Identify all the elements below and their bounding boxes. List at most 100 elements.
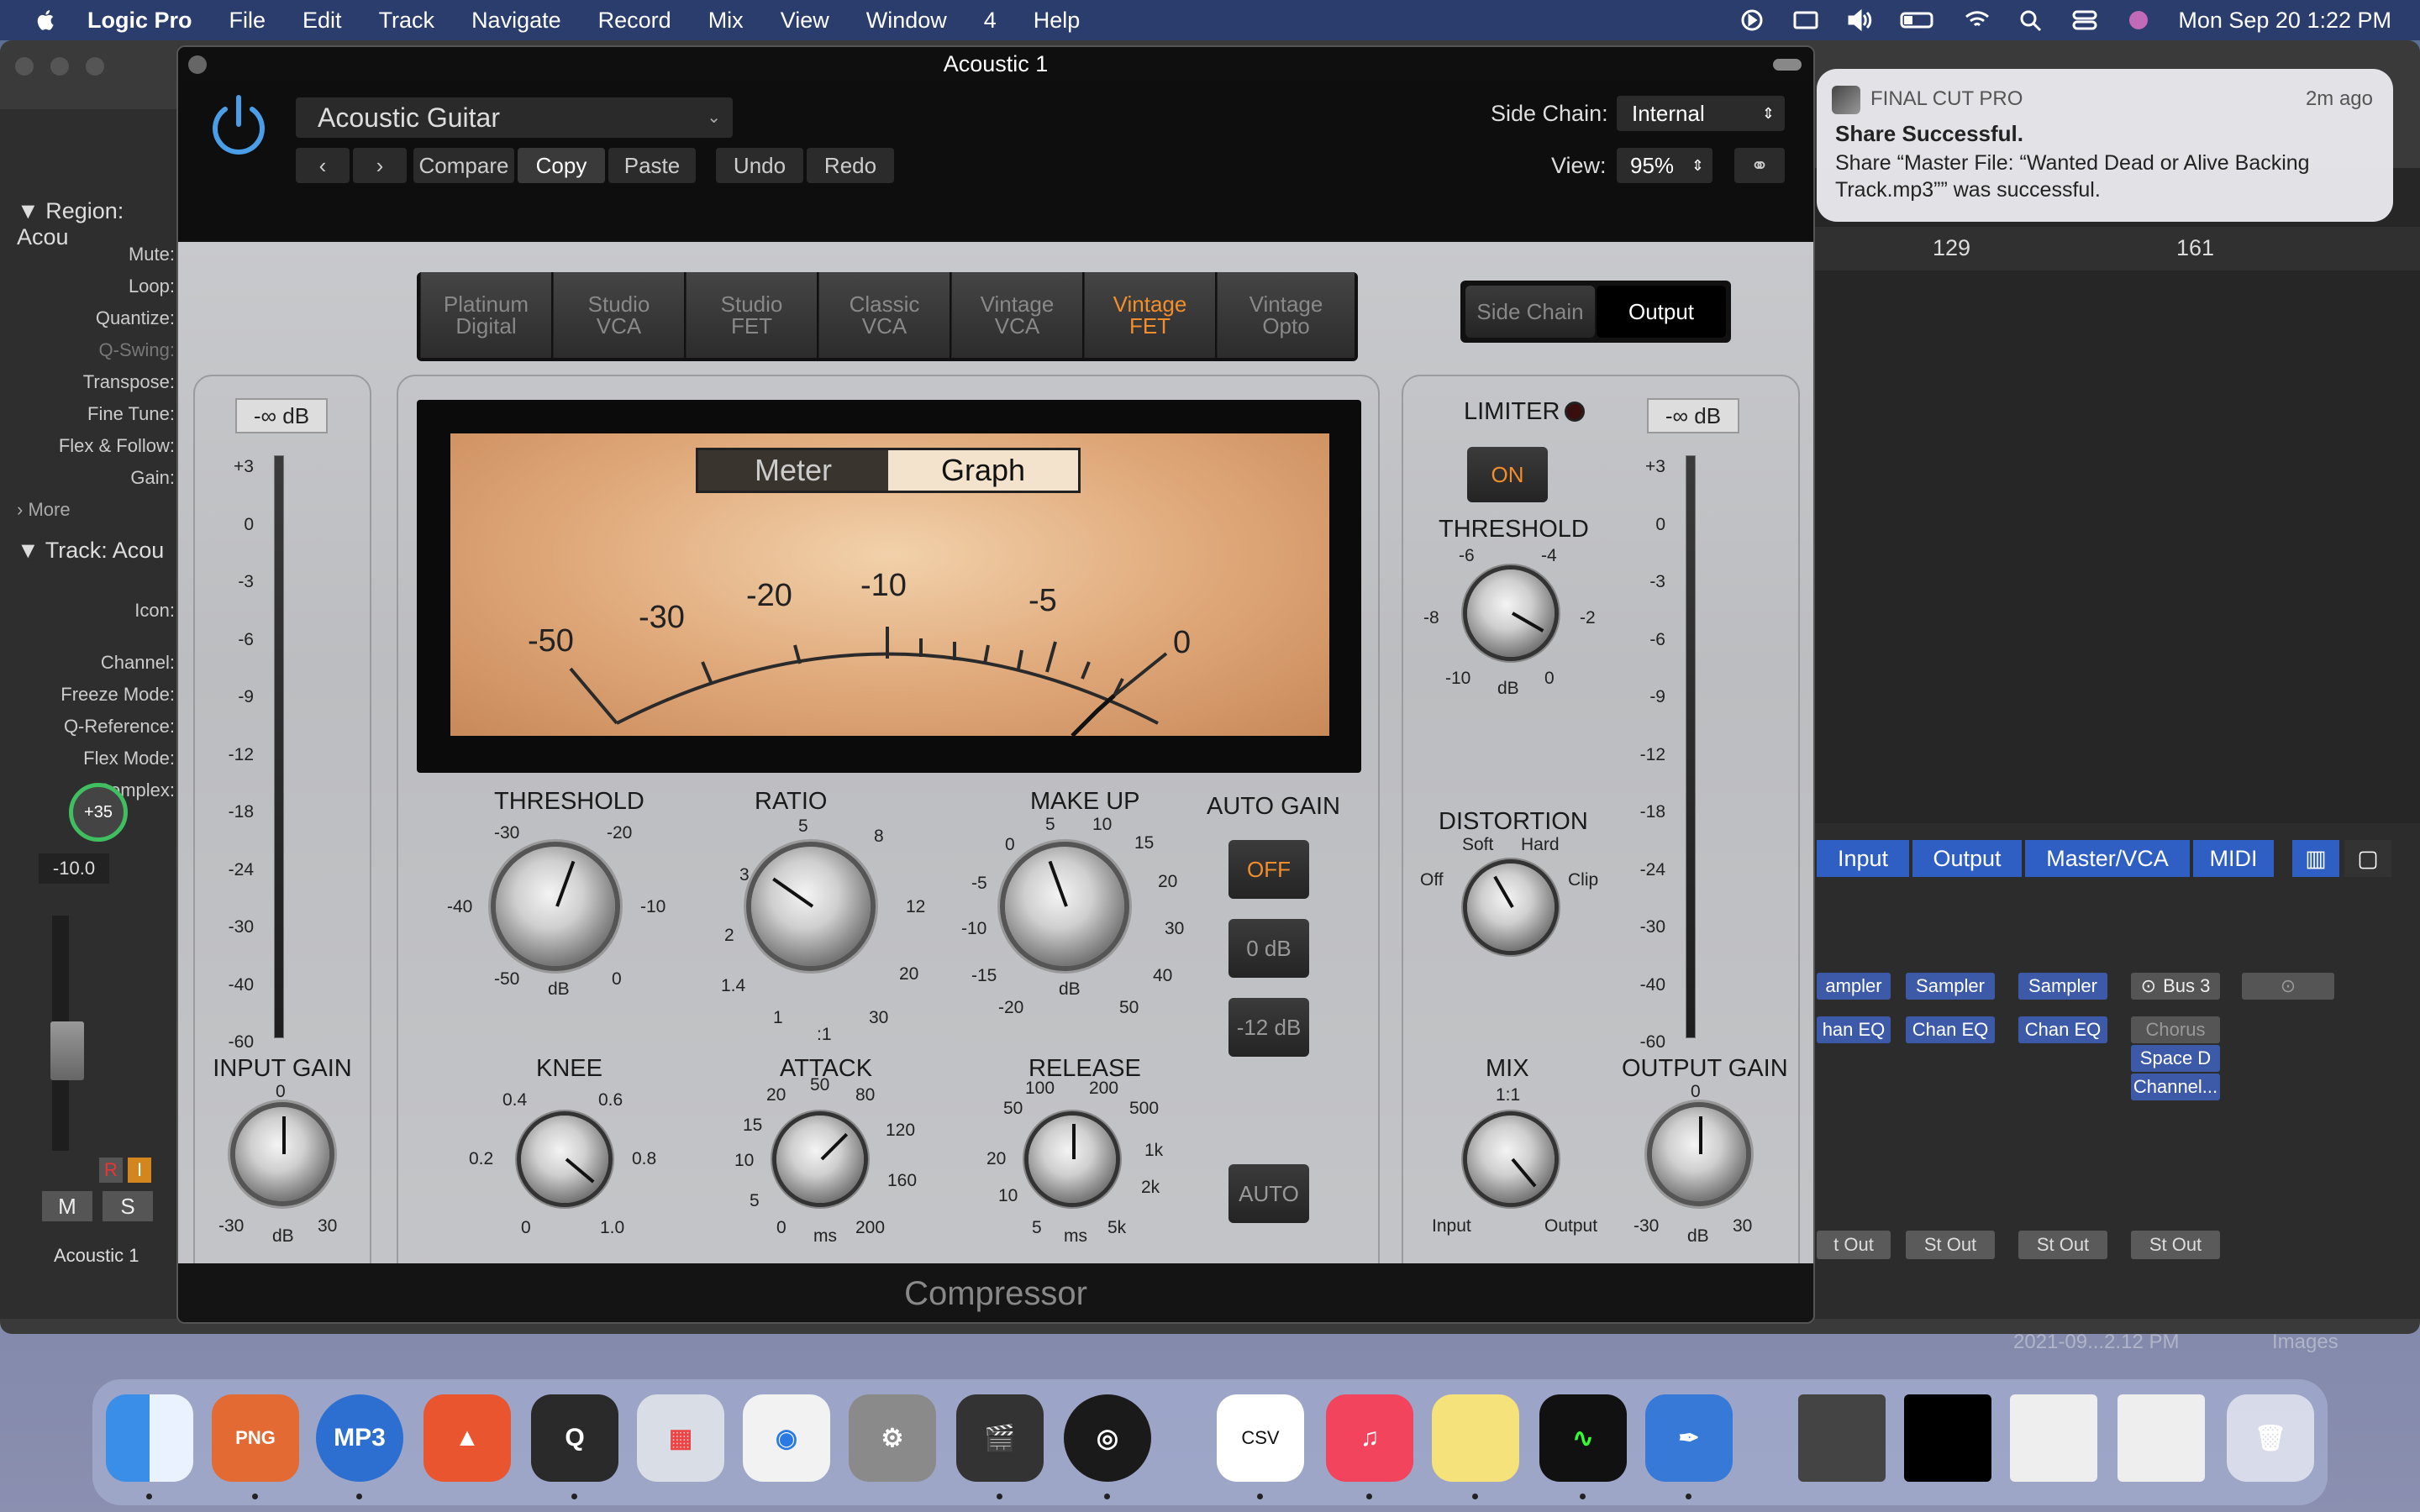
mixer-slot[interactable]: han EQ xyxy=(1817,1016,1891,1043)
search-icon[interactable] xyxy=(2017,8,2045,32)
plugin-titlebar[interactable]: Acoustic 1 xyxy=(178,47,1813,81)
copy-button[interactable]: Copy xyxy=(518,148,605,183)
apple-icon[interactable] xyxy=(34,8,59,33)
minimize-dot[interactable] xyxy=(50,57,69,76)
model-vintage-fet[interactable]: Vintage FET xyxy=(1084,272,1215,358)
menu-edit[interactable]: Edit xyxy=(302,8,342,34)
limiter-threshold-knob[interactable] xyxy=(1467,570,1555,657)
activity-monitor-icon[interactable]: ∿ xyxy=(1539,1394,1627,1482)
more-disclosure[interactable]: › More xyxy=(17,499,71,521)
mixer-single-icon[interactable]: ▢ xyxy=(2344,840,2391,877)
play-status-icon[interactable] xyxy=(1738,8,1766,32)
previous-preset-button[interactable]: ‹ xyxy=(296,148,350,183)
zoom-dot[interactable] xyxy=(86,57,104,76)
compare-button[interactable]: Compare xyxy=(413,148,514,183)
collapse-button[interactable] xyxy=(1773,59,1802,71)
pen-tool-app-icon[interactable]: ✒ xyxy=(1645,1394,1733,1482)
mixer-slot[interactable]: ampler xyxy=(1817,973,1891,1000)
track-header[interactable]: ▼ Track: Acou xyxy=(17,538,164,564)
menu-help[interactable]: Help xyxy=(1034,8,1081,34)
csv-editor-icon[interactable]: CSV xyxy=(1217,1394,1304,1482)
control-center-icon[interactable] xyxy=(2070,8,2099,32)
keyboard-icon[interactable] xyxy=(1791,8,1820,32)
model-studio-vca[interactable]: Studio VCA xyxy=(553,272,684,358)
record-button[interactable]: R xyxy=(99,1158,123,1183)
attack-knob[interactable] xyxy=(776,1116,864,1203)
power-icon[interactable] xyxy=(205,91,272,158)
region-header[interactable]: ▼ Region: Acou xyxy=(17,198,178,250)
redo-button[interactable]: Redo xyxy=(807,148,894,183)
mixer-layout-icon[interactable]: ▥ xyxy=(2292,840,2339,877)
paste-button[interactable]: Paste xyxy=(608,148,696,183)
model-vintage-opto[interactable]: Vintage Opto xyxy=(1217,272,1355,358)
mixer-slot[interactable]: Chorus xyxy=(2131,1016,2220,1043)
ruler[interactable]: 129 161 xyxy=(1815,227,2420,270)
menu-4[interactable]: 4 xyxy=(984,8,997,34)
threshold-knob[interactable] xyxy=(496,847,615,966)
distortion-knob[interactable] xyxy=(1467,864,1555,951)
model-platinum-digital[interactable]: Platinum Digital xyxy=(420,272,551,358)
output-slot[interactable]: St Out xyxy=(1906,1231,1995,1259)
auto-gain-minus12-button[interactable]: -12 dB xyxy=(1228,998,1309,1057)
battery-icon[interactable] xyxy=(1899,8,1938,32)
trash-icon[interactable]: 🗑 xyxy=(2227,1394,2314,1482)
makeup-knob[interactable] xyxy=(1005,847,1124,966)
menu-navigate[interactable]: Navigate xyxy=(471,8,561,34)
recent-item-icon[interactable] xyxy=(2010,1394,2097,1482)
fader-cap[interactable] xyxy=(50,1021,84,1080)
mixer-tab-master-vca[interactable]: Master/VCA xyxy=(2025,840,2190,877)
siri-icon[interactable] xyxy=(2124,8,2153,32)
recent-item-icon[interactable] xyxy=(2118,1394,2205,1482)
sidechain-select[interactable]: Internal ⇕ xyxy=(1617,96,1785,131)
clock[interactable]: Mon Sep 20 1:22 PM xyxy=(2178,8,2391,34)
menu-record[interactable]: Record xyxy=(598,8,671,34)
logic-pro-icon[interactable]: ◎ xyxy=(1064,1394,1151,1482)
send-bus[interactable]: ⊙ Bus 3 xyxy=(2131,973,2220,1000)
auto-gain-0db-button[interactable]: 0 dB xyxy=(1228,919,1309,978)
link-icon[interactable]: ⊙ xyxy=(2242,973,2334,1000)
next-preset-button[interactable]: › xyxy=(353,148,407,183)
mixer-tab-midi[interactable]: MIDI xyxy=(2193,840,2274,877)
notes-icon[interactable] xyxy=(1432,1394,1519,1482)
limiter-on-button[interactable]: ON xyxy=(1467,447,1548,502)
menu-track[interactable]: Track xyxy=(379,8,435,34)
launchpad-icon[interactable]: ▦ xyxy=(637,1394,724,1482)
input-monitor-button[interactable]: I xyxy=(128,1158,151,1183)
wifi-icon[interactable] xyxy=(1963,8,1991,32)
pan-knob[interactable]: +35 xyxy=(69,783,128,842)
desktop-file-label[interactable]: 2021-09...2.12 PM xyxy=(2013,1331,2179,1354)
mute-button[interactable]: M xyxy=(42,1191,92,1221)
volume-icon[interactable] xyxy=(1845,8,1874,32)
solo-button[interactable]: S xyxy=(103,1191,153,1221)
output-gain-knob[interactable] xyxy=(1652,1107,1746,1201)
sidechain-tab[interactable]: Side Chain xyxy=(1465,286,1595,338)
notification[interactable]: FINAL CUT PRO 2m ago Share Successful. S… xyxy=(1817,69,2393,222)
png-converter-icon[interactable]: PNG xyxy=(212,1394,299,1482)
mixer-slot[interactable]: Channel... xyxy=(2131,1074,2220,1100)
mixer-slot[interactable]: Space D xyxy=(2131,1045,2220,1072)
finder-icon[interactable] xyxy=(106,1394,193,1482)
recent-item-icon[interactable] xyxy=(1904,1394,1991,1482)
model-vintage-vca[interactable]: Vintage VCA xyxy=(951,272,1082,358)
quicktime-icon[interactable]: Q xyxy=(531,1394,618,1482)
final-cut-pro-icon[interactable]: 🎬 xyxy=(956,1394,1044,1482)
mp3-converter-icon[interactable]: MP3 xyxy=(316,1394,403,1482)
desktop-file-label[interactable]: Images xyxy=(2272,1331,2338,1354)
view-zoom-select[interactable]: 95% ⇕ xyxy=(1617,148,1712,183)
system-preferences-icon[interactable]: ⚙ xyxy=(849,1394,936,1482)
release-knob[interactable] xyxy=(1028,1116,1116,1203)
music-icon[interactable]: ♫ xyxy=(1326,1394,1413,1482)
close-button[interactable] xyxy=(188,55,207,74)
output-slot[interactable]: St Out xyxy=(2131,1231,2220,1259)
output-tab[interactable]: Output xyxy=(1597,286,1726,338)
link-icon[interactable]: ⚭ xyxy=(1734,148,1785,183)
menu-view[interactable]: View xyxy=(781,8,829,34)
affinity-icon[interactable]: ▲ xyxy=(424,1394,511,1482)
ratio-knob[interactable] xyxy=(751,847,871,966)
close-dot[interactable] xyxy=(15,57,34,76)
menu-file[interactable]: File xyxy=(229,8,266,34)
auto-button[interactable]: AUTO xyxy=(1228,1164,1309,1223)
menu-mix[interactable]: Mix xyxy=(708,8,744,34)
undo-button[interactable]: Undo xyxy=(716,148,803,183)
menu-app[interactable]: Logic Pro xyxy=(87,8,192,34)
